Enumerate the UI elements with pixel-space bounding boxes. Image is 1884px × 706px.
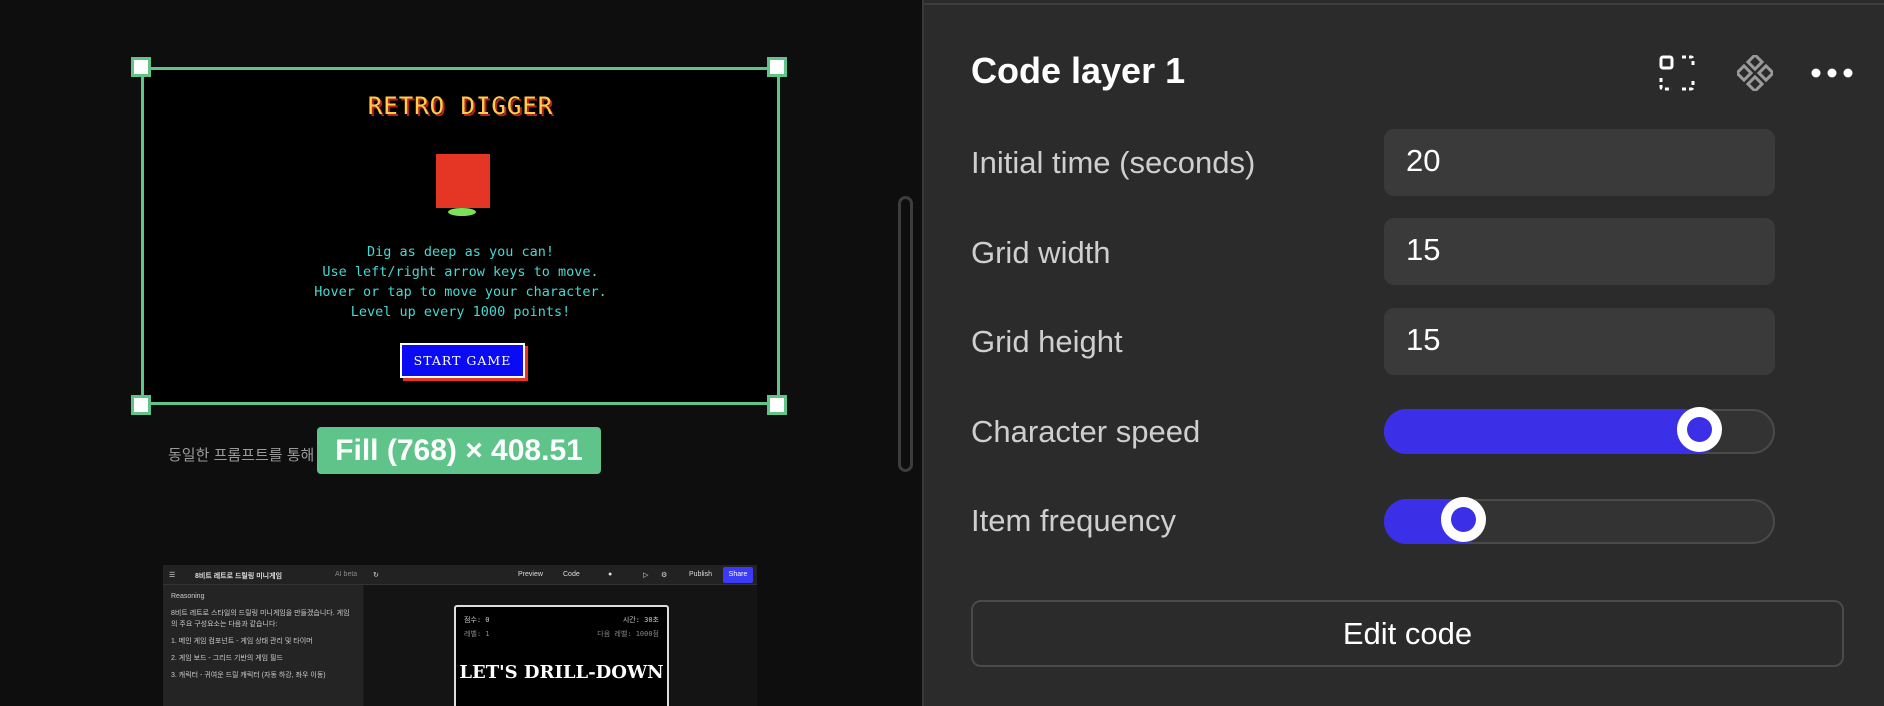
thumbnail-preview: 점수: 0 시간: 30초 레벨: 1 다음 레벨: 1000점 LET'S D… [364,585,757,706]
grid-width-input[interactable]: 15 [1384,218,1775,285]
gear-icon: ⚙ [661,572,668,579]
play-icon: ▷ [643,572,649,579]
resize-handle-top-right[interactable] [767,57,787,77]
resize-handle-bottom-left[interactable] [131,395,151,415]
reasoning-label: Reasoning [171,593,205,600]
canvas-caption: 동일한 프롬프트를 통해 [168,447,315,464]
instruction-line: Use left/right arrow keys to move. [322,264,599,280]
resize-handle-bottom-right[interactable] [767,395,787,415]
design-canvas[interactable]: RETRO DIGGER Dig as deep as you can! Use… [0,0,922,706]
item-frequency-label: Item frequency [971,503,1177,538]
project-name: 8비트 레트로 드릴링 미니게임 [195,573,283,580]
code-tab: Code [563,571,580,578]
properties-panel: Code layer 1 Initial time (seconds) 20 G… [922,0,1884,706]
app-root: RETRO DIGGER Dig as deep as you can! Use… [0,0,1884,706]
game-instructions: Dig as deep as you can! Use left/right a… [144,242,777,322]
thumbnail-toolbar: ☰ 8비트 레트로 드릴링 미니게임 AI beta ↻ Preview Cod… [163,565,757,585]
instruction-line: Dig as deep as you can! [367,244,554,260]
item-frequency-slider[interactable] [1384,497,1775,544]
step-item: 1. 메인 게임 컴포넌트 - 게임 상태 관리 및 타이머 [171,638,313,645]
component-icon[interactable] [1737,55,1773,91]
canvas-scrollbar[interactable] [898,196,913,472]
initial-time-label: Initial time (seconds) [971,145,1256,180]
ai-badge: AI beta [335,571,358,578]
share-button: Share [723,567,753,583]
panel-divider [924,0,1884,5]
initial-time-value: 20 [1406,143,1441,178]
instruction-line: Level up every 1000 points! [350,304,571,320]
score-label: 점수: 0 [464,616,490,624]
layer-title: Code layer 1 [971,50,1186,91]
grid-height-value: 15 [1406,322,1441,357]
time-label: 시간: 30초 [622,616,659,624]
menu-icon: ☰ [169,572,176,579]
edit-code-button[interactable]: Edit code [971,600,1844,667]
preview-tab: Preview [518,571,543,578]
editor-thumbnail[interactable]: ☰ 8비트 레트로 드릴링 미니게임 AI beta ↻ Preview Cod… [163,565,757,706]
instruction-line: Hover or tap to move your character. [314,284,607,300]
initial-time-input[interactable]: 20 [1384,129,1775,196]
character-speed-slider[interactable] [1384,407,1775,454]
more-icon[interactable] [1810,55,1854,91]
slider-knob[interactable] [1677,407,1722,452]
size-badge: Fill (768) × 408.51 [317,427,601,474]
slider-knob[interactable] [1441,497,1486,542]
mini-game-title: LET'S DRILL-DOWN [459,662,664,683]
mini-game-preview: 점수: 0 시간: 30초 레벨: 1 다음 레벨: 1000점 LET'S D… [454,605,669,706]
game-title: RETRO DIGGER [367,92,554,120]
resize-handle-top-left[interactable] [131,57,151,77]
next-level-label: 다음 레벨: 1000점 [597,630,659,638]
grid-height-label: Grid height [971,324,1123,359]
reasoning-text: 8비트 레트로 스타일의 드릴링 미니게임을 만들겠습니다. 게임의 주요 구성… [171,610,350,628]
publish-button: Publish [689,571,712,578]
avatar: ● [608,571,613,578]
character-speed-label: Character speed [971,414,1201,449]
refresh-icon: ↻ [373,572,379,579]
level-label: 레벨: 1 [464,630,490,638]
thumbnail-chat: Reasoning 8비트 레트로 스타일의 드릴링 미니게임을 만들겠습니다.… [163,585,363,706]
grid-width-label: Grid width [971,235,1111,270]
player-character [436,154,490,208]
step-item: 2. 게임 보드 - 그리드 기반의 게임 필드 [171,655,283,662]
step-item: 3. 캐릭터 - 귀여운 드릴 캐릭터 (자동 하강, 좌우 이동) [171,672,326,679]
select-frame-icon[interactable] [1659,55,1695,91]
grid-height-input[interactable]: 15 [1384,308,1775,375]
slider-fill [1384,409,1720,454]
player-shadow [448,208,476,216]
start-game-button[interactable]: START GAME [400,343,525,378]
code-layer-frame[interactable]: RETRO DIGGER Dig as deep as you can! Use… [141,67,780,405]
grid-width-value: 15 [1406,232,1441,267]
